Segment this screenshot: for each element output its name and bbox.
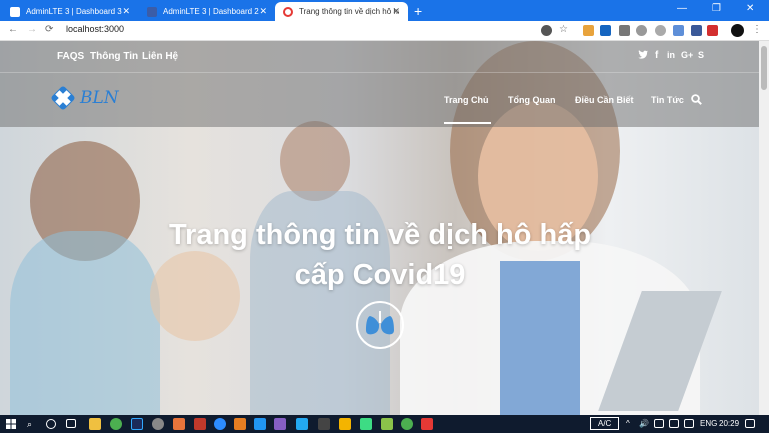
nav-item-tong-quan[interactable]: Tổng Quan (508, 95, 556, 105)
app-icon[interactable] (339, 418, 351, 430)
address-bar[interactable]: localhost:3000 (66, 24, 124, 34)
extension-icon[interactable] (600, 25, 611, 36)
android-studio-icon[interactable] (360, 418, 372, 430)
scrollbar-thumb[interactable] (761, 46, 767, 90)
nav-active-indicator (444, 122, 491, 124)
logo-text: BLN (80, 88, 119, 108)
linkedin-icon[interactable]: in (667, 50, 675, 60)
minimize-button[interactable]: — (677, 3, 687, 14)
tab-covid-site[interactable]: Trang thông tin về dịch hô hấp c ✕ (275, 2, 408, 21)
chrome-icon[interactable] (401, 418, 413, 430)
hero-background-figure (10, 231, 160, 415)
page-scrollbar[interactable] (759, 41, 769, 415)
visual-studio-icon[interactable] (274, 418, 286, 430)
volume-icon[interactable]: 🔊 (639, 419, 649, 428)
nav-item-dieu-can-biet[interactable]: Điều Cần Biết (575, 95, 634, 105)
hero-title: Trang thông tin về dịch hô hấp cấp Covid… (150, 215, 610, 295)
browser-tab-strip: AdminLTE 3 | Dashboard 3 ✕ AdminLTE 3 | … (0, 0, 769, 21)
google-plus-icon[interactable]: G+ (681, 50, 693, 60)
bookmark-star-icon[interactable]: ☆ (559, 24, 568, 35)
ac-indicator[interactable]: A/C (590, 417, 620, 430)
topbar-link-thong-tin[interactable]: Thông Tin (90, 51, 138, 62)
back-button[interactable]: ← (8, 24, 18, 35)
forward-button[interactable]: → (27, 24, 37, 35)
topbar-link-lien-he[interactable]: Liên Hệ (142, 51, 178, 62)
app-icon[interactable] (234, 418, 246, 430)
tab-admin-dashboard-2[interactable]: AdminLTE 3 | Dashboard 2 ✕ (139, 2, 275, 21)
hero-emblem (356, 301, 404, 349)
lungs-icon (366, 311, 394, 335)
facebook-icon[interactable]: f (655, 50, 658, 61)
menu-icon[interactable]: ⋮ (752, 24, 762, 35)
cortana-icon[interactable] (46, 419, 56, 429)
app-icon[interactable] (318, 418, 330, 430)
app-icon[interactable] (254, 418, 266, 430)
page-icon (10, 6, 20, 17)
app-icon[interactable] (194, 418, 206, 430)
network-icon[interactable] (684, 419, 694, 428)
page-icon (147, 6, 157, 17)
nav-item-trang-chu[interactable]: Trang Chủ (444, 95, 489, 105)
hero-title-line-1: Trang thông tin về dịch hô hấp (168, 219, 592, 251)
tab-title: AdminLTE 3 | Dashboard 2 (163, 7, 259, 16)
tray-chevron-icon[interactable]: ^ (626, 419, 630, 428)
blocked-icon (283, 6, 293, 17)
extension-icon[interactable] (707, 25, 718, 36)
app-icon[interactable] (214, 418, 226, 430)
task-view-icon[interactable] (66, 419, 76, 428)
tab-title: AdminLTE 3 | Dashboard 3 (26, 7, 122, 16)
file-explorer-icon[interactable] (89, 418, 101, 430)
app-icon[interactable] (421, 418, 433, 430)
window-close-button[interactable]: ✕ (746, 3, 754, 14)
restore-button[interactable]: ❐ (712, 3, 721, 14)
vscode-icon[interactable] (296, 418, 308, 430)
clock[interactable]: 20:29 (719, 419, 739, 428)
reload-button[interactable]: ⟳ (45, 24, 53, 35)
close-icon[interactable]: ✕ (259, 6, 267, 17)
tray-icon[interactable] (669, 419, 679, 428)
nav-item-tin-tuc[interactable]: Tin Tức (651, 95, 684, 105)
tab-admin-dashboard-3[interactable]: AdminLTE 3 | Dashboard 3 ✕ (2, 2, 138, 21)
photoshop-icon[interactable] (131, 418, 143, 430)
new-tab-button[interactable]: + (414, 3, 422, 19)
webpage-viewport: FAQS Thông Tin Liên Hệ f in G+ S BLN Tra… (0, 41, 759, 415)
facebook-extension-icon[interactable] (691, 25, 702, 36)
app-icon[interactable] (173, 418, 185, 430)
extension-icon[interactable] (583, 25, 594, 36)
search-icon[interactable] (691, 94, 702, 105)
app-icon[interactable] (381, 418, 393, 430)
tab-title: Trang thông tin về dịch hô hấp c (299, 7, 399, 16)
chrome-icon[interactable] (110, 418, 122, 430)
skype-icon[interactable]: S (698, 50, 704, 60)
extension-icon[interactable] (655, 25, 666, 36)
tray-icon[interactable] (654, 419, 664, 428)
hero-title-line-2: cấp Covid19 (294, 259, 466, 291)
language-indicator[interactable]: ENG (700, 419, 717, 428)
app-icon[interactable] (152, 418, 164, 430)
search-icon[interactable]: ⌕ (27, 419, 32, 430)
os-taskbar: ⌕ A/C ^ 🔊 ENG 20:29 (0, 415, 769, 433)
profile-avatar[interactable] (731, 24, 744, 37)
notification-icon[interactable] (745, 419, 755, 428)
hero-background-figure (280, 121, 350, 201)
twitter-icon[interactable] (638, 50, 648, 61)
windows-start-icon[interactable] (6, 419, 16, 429)
extension-icon[interactable] (673, 25, 684, 36)
extension-icon[interactable] (541, 25, 552, 36)
extension-icon[interactable] (636, 25, 647, 36)
browser-toolbar: ← → ⟳ localhost:3000 ☆ ⋮ (0, 21, 769, 41)
topbar-link-faqs[interactable]: FAQS (57, 51, 84, 62)
eyedropper-icon[interactable] (619, 25, 630, 36)
close-icon[interactable]: ✕ (392, 6, 400, 17)
close-icon[interactable]: ✕ (122, 6, 130, 17)
